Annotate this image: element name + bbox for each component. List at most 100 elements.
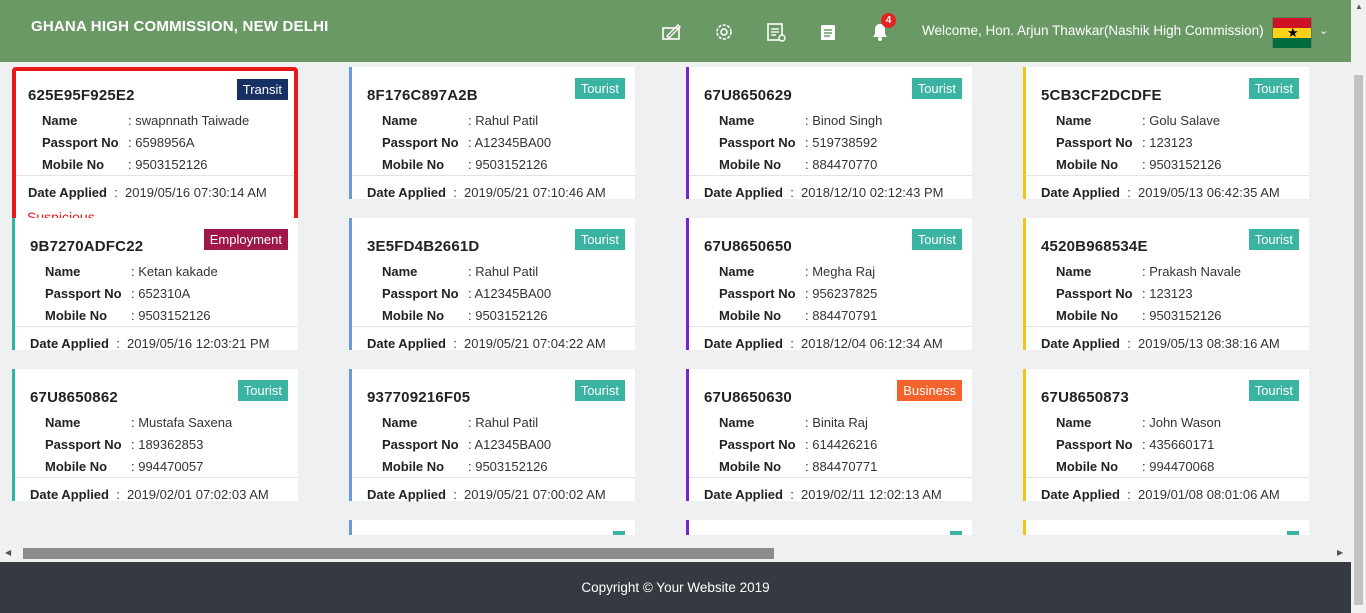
name-value: : Megha Raj	[805, 264, 876, 279]
name-value: : Binita Raj	[805, 415, 868, 430]
card-divider	[1026, 477, 1309, 478]
horizontal-scroll-thumb[interactable]	[23, 548, 774, 559]
application-card[interactable]: 67U8650650 Tourist Name: Megha Raj Passport…	[686, 218, 972, 351]
passport-row: Passport No: 6598956A	[42, 135, 195, 150]
passport-row: Passport No: 614426216	[719, 437, 877, 452]
gear-icon[interactable]	[712, 20, 736, 44]
name-row: Name : Mustafa Saxena	[45, 415, 232, 430]
scroll-up-icon[interactable]: ▲	[1355, 2, 1363, 11]
passport-value: : 519738592	[805, 135, 878, 150]
visa-type-badge: Tourist	[574, 229, 625, 250]
passport-value: : 123123	[1142, 135, 1193, 150]
chevron-down-icon[interactable]: ⌄	[1319, 24, 1328, 37]
copyright-text: Copyright © Your Website 2019	[581, 580, 770, 595]
date-applied-label: Date Applied	[704, 185, 783, 200]
mobile-label: Mobile No	[45, 308, 108, 323]
mobile-row: Mobile No: 9503152126	[382, 308, 548, 323]
application-id: 4520B968534E	[1041, 238, 1148, 255]
vertical-scroll-thumb[interactable]	[1354, 75, 1363, 605]
mobile-row: Mobile No: 9503152126	[1056, 157, 1222, 172]
date-applied-value: 2019/05/13 08:38:16 AM	[1138, 336, 1280, 351]
date-applied-label: Date Applied	[30, 336, 109, 351]
sign-icon[interactable]	[660, 20, 684, 44]
application-card-partial[interactable]	[349, 520, 635, 535]
mobile-label: Mobile No	[719, 308, 782, 323]
name-row: Name : Binita Raj	[719, 415, 868, 430]
mobile-row: Mobile No: 9503152126	[1056, 308, 1222, 323]
application-card[interactable]: 8F176C897A2B Tourist Name: Rahul Patil Pass…	[349, 67, 635, 200]
date-applied-label: Date Applied	[30, 487, 109, 502]
application-card[interactable]: 3E5FD4B2661D Tourist Name: Rahul Patil Pass…	[349, 218, 635, 351]
visa-type-badge	[613, 531, 625, 535]
visa-type-badge	[950, 531, 962, 535]
name-row: Name: Golu Salave	[1056, 113, 1220, 128]
mobile-label: Mobile No	[45, 459, 108, 474]
mobile-value: : 884470771	[805, 459, 878, 474]
passport-row: Passport No: 123123	[1056, 135, 1193, 150]
brand-title[interactable]: GHANA HIGH COMMISSION, NEW DELHI	[31, 18, 329, 35]
application-card[interactable]: 4520B968534E Tourist Name: Prakash Navale P…	[1023, 218, 1309, 351]
application-card-partial[interactable]	[1023, 520, 1309, 535]
name-label: Name	[719, 113, 755, 128]
visa-type-badge: Tourist	[1248, 78, 1299, 99]
card-divider	[352, 326, 635, 327]
date-separator: :	[1119, 336, 1139, 351]
date-applied-row: Date Applied : 2019/05/16 07:30:14 AM	[28, 185, 267, 200]
list-icon[interactable]	[816, 20, 840, 44]
name-row: Name : Prakash Navale	[1056, 264, 1241, 279]
date-applied-value: 2019/01/08 08:01:06 AM	[1138, 487, 1280, 502]
application-card[interactable]: 67U8650873 Tourist Name: John Wason Passpor…	[1023, 369, 1309, 502]
date-applied-label: Date Applied	[28, 185, 107, 200]
passport-label: Passport No	[1056, 437, 1133, 452]
mobile-row: Mobile No: 9503152126	[382, 157, 548, 172]
date-applied-value: 2019/02/11 12:02:13 AM	[801, 487, 942, 502]
application-card[interactable]: 5CB3CF2DCDFE Tourist Name: Golu Salave Pass…	[1023, 67, 1309, 200]
application-card[interactable]: 67U8650862 Tourist Name: Mustafa Saxena Pas…	[12, 369, 298, 502]
date-separator: :	[1119, 185, 1139, 200]
visa-type-badge: Tourist	[237, 380, 288, 401]
mobile-value: : 9503152126	[468, 157, 548, 172]
application-card[interactable]: 937709216F05 Tourist Name: Rahul Patil Pass…	[349, 369, 635, 502]
name-label: Name	[719, 415, 755, 430]
date-separator: :	[782, 336, 802, 351]
application-card[interactable]: 625E95F925E2 Transit Name: swapnnath Taiwa…	[12, 67, 298, 234]
application-card[interactable]: 67U8650630 Business Name: Binita Raj Passpo…	[686, 369, 972, 502]
date-applied-value: 2018/12/04 06:12:34 AM	[801, 336, 943, 351]
visa-type-badge: Transit	[236, 79, 288, 100]
mobile-value: : 884470791	[805, 308, 878, 323]
application-card[interactable]: 67U8650629 Tourist Name: Binod Singh Passpo…	[686, 67, 972, 200]
scroll-left-icon[interactable]: ◀	[5, 548, 11, 557]
application-card[interactable]: 9B7270ADFC22 Employment Name: Ketan kakade…	[12, 218, 298, 351]
passport-value: : A12345BA00	[468, 135, 552, 150]
name-label: Name	[1056, 264, 1092, 279]
date-separator: :	[445, 487, 465, 502]
name-value: : Mustafa Saxena	[131, 415, 233, 430]
date-applied-value: 2019/05/16 12:03:21 PM	[127, 336, 270, 351]
date-applied-label: Date Applied	[1041, 487, 1120, 502]
report-icon[interactable]	[764, 20, 788, 44]
notification-badge: 4	[881, 13, 896, 28]
passport-row: Passport No: 519738592	[719, 135, 877, 150]
name-label: Name	[45, 415, 81, 430]
card-divider	[352, 175, 635, 176]
mobile-value: : 9503152126	[131, 308, 211, 323]
passport-value: : 189362853	[131, 437, 204, 452]
scroll-right-icon[interactable]: ▶	[1337, 548, 1343, 557]
name-value: : Prakash Navale	[1142, 264, 1241, 279]
passport-value: : 652310A	[131, 286, 191, 301]
name-label: Name	[719, 264, 755, 279]
card-divider	[16, 175, 294, 176]
card-divider	[689, 175, 972, 176]
application-card-partial[interactable]	[686, 520, 972, 535]
horizontal-scrollbar[interactable]: ◀ ▶	[0, 545, 1351, 562]
application-id: 67U8650873	[1041, 389, 1129, 406]
name-row: Name: John Wason	[1056, 415, 1221, 430]
card-divider	[1026, 175, 1309, 176]
name-value: : Ketan kakade	[131, 264, 218, 279]
visa-type-badge: Tourist	[911, 229, 962, 250]
date-applied-row: Date Applied : 2018/12/10 02:12:43 PM	[704, 185, 943, 200]
vertical-scrollbar[interactable]: ▲	[1351, 0, 1366, 613]
ghana-flag-icon[interactable]: ★	[1272, 17, 1312, 48]
name-label: Name	[42, 113, 78, 128]
card-divider	[15, 477, 298, 478]
